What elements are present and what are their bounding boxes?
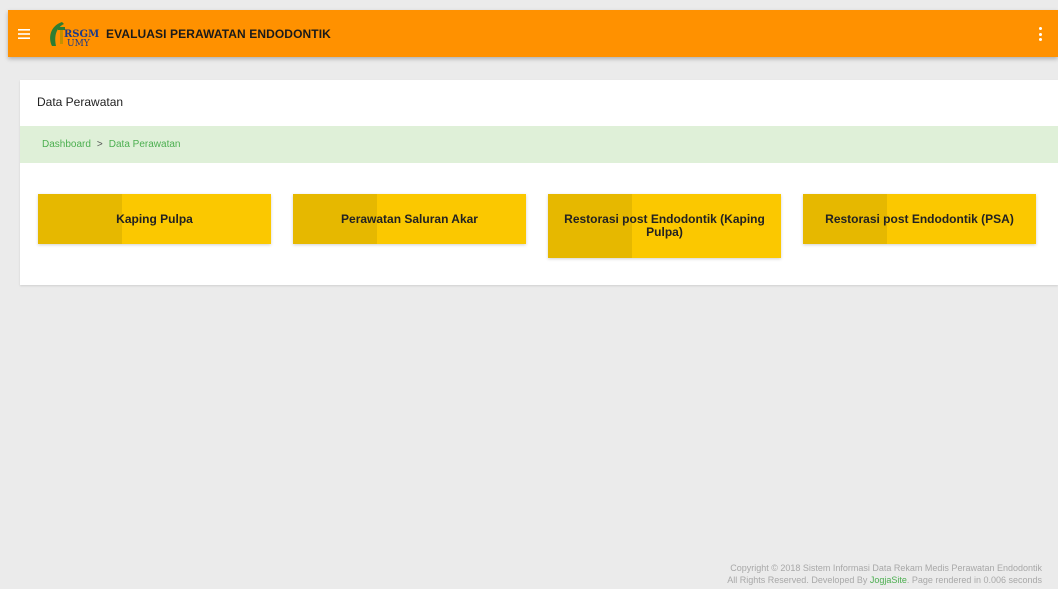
- top-app-bar: RSGM UMY EVALUASI PERAWATAN ENDODONTIK: [8, 10, 1058, 57]
- more-vert-icon-dot: [1038, 38, 1042, 41]
- menu-button[interactable]: [4, 10, 44, 57]
- footer-render-time: . Page rendered in 0.006 seconds: [906, 575, 1042, 585]
- tile-label: Restorasi post Endodontik (Kaping Pulpa): [564, 212, 765, 239]
- more-vert-icon-dot: [1038, 32, 1042, 36]
- tile-kaping-pulpa[interactable]: Kaping Pulpa: [38, 194, 271, 244]
- tile-label: Kaping Pulpa: [116, 211, 193, 226]
- breadcrumb-separator: >: [96, 139, 103, 150]
- tile-restorasi-kaping-pulpa[interactable]: Restorasi post Endodontik (Kaping Pulpa): [548, 194, 781, 258]
- breadcrumb-dashboard-link[interactable]: Dashboard: [42, 139, 91, 150]
- tile-perawatan-saluran-akar[interactable]: Perawatan Saluran Akar: [293, 194, 526, 244]
- breadcrumb: Dashboard > Data Perawatan: [20, 126, 1058, 163]
- more-options-button[interactable]: [1036, 25, 1044, 43]
- app-title: EVALUASI PERAWATAN ENDODONTIK: [106, 26, 331, 41]
- breadcrumb-current[interactable]: Data Perawatan: [109, 139, 181, 150]
- more-vert-icon: [1038, 27, 1042, 30]
- footer-credits-text: All Rights Reserved. Developed By: [727, 575, 870, 585]
- tile-label: Restorasi post Endodontik (PSA): [825, 211, 1014, 226]
- tile-label: Perawatan Saluran Akar: [341, 211, 478, 226]
- hamburger-icon: [18, 28, 30, 39]
- footer-copyright: Copyright © 2018 Sistem Informasi Data R…: [730, 563, 1042, 573]
- footer: Copyright © 2018 Sistem Informasi Data R…: [727, 562, 1042, 586]
- card-title: Data Perawatan: [37, 95, 124, 109]
- logo-text-umy: UMY: [67, 39, 91, 48]
- tile-restorasi-psa[interactable]: Restorasi post Endodontik (PSA): [803, 194, 1036, 244]
- data-perawatan-card: Data Perawatan Dashboard > Data Perawata…: [20, 80, 1058, 285]
- footer-credits: All Rights Reserved. Developed By JogjaS…: [727, 574, 1042, 586]
- rsgm-umy-logo: RSGM UMY: [48, 20, 104, 48]
- jogjasite-link[interactable]: JogjaSite: [870, 575, 907, 585]
